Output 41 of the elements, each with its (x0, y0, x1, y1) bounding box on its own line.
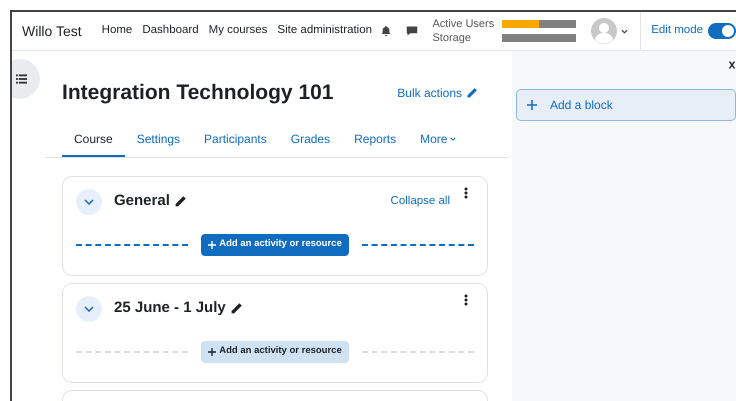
course-tab[interactable]: Course (62, 122, 125, 156)
course-tab[interactable]: Participants (192, 122, 279, 156)
meter-label: Active Users (432, 17, 494, 31)
list-icon (16, 74, 26, 84)
close-icon[interactable] (729, 61, 735, 69)
collapse-toggle[interactable] (76, 188, 102, 214)
course-tab[interactable]: Reports (342, 122, 408, 156)
course-tab[interactable]: Grades (278, 122, 342, 156)
collapse-all-link[interactable]: Collapse all (390, 192, 450, 210)
plus-icon (527, 100, 537, 110)
plus-icon (208, 240, 216, 248)
pencil-icon[interactable] (230, 302, 243, 315)
caret-icon[interactable] (621, 28, 628, 34)
nav-link[interactable]: Home (102, 22, 132, 40)
pencil-icon[interactable] (174, 195, 187, 208)
nav-link[interactable]: My courses (208, 22, 268, 40)
collapse-toggle[interactable] (76, 296, 102, 322)
chat-icon[interactable] (406, 25, 418, 37)
nav-link[interactable]: Dashboard (142, 22, 199, 40)
add-block-button[interactable]: Add a block (516, 89, 736, 121)
add-activity-button[interactable]: Add an activity or resource (201, 234, 349, 256)
nav-link[interactable]: Site administration (277, 22, 372, 40)
bell-icon[interactable] (380, 25, 392, 37)
kebab-menu-icon[interactable] (464, 294, 468, 306)
add-activity-button[interactable]: Add an activity or resource (201, 340, 349, 362)
section-title: General (114, 191, 170, 212)
drawer-toggle[interactable] (12, 59, 40, 99)
chevron-down-icon (84, 198, 94, 204)
bulk-actions-link[interactable]: Bulk actions (397, 84, 478, 102)
caret-icon (450, 136, 456, 140)
edit-mode-toggle[interactable] (708, 23, 736, 39)
course-title: Integration Technology 101 (62, 80, 334, 106)
section-title: 25 June - 1 July (114, 298, 226, 318)
course-tab[interactable]: Settings (124, 122, 192, 156)
site-name[interactable]: Willo Test (22, 20, 82, 42)
course-tab[interactable]: More (408, 122, 468, 156)
chevron-down-icon (84, 306, 94, 312)
plus-icon (208, 348, 216, 356)
edit-mode-label: Edit mode (651, 23, 703, 38)
kebab-menu-icon[interactable] (464, 186, 468, 198)
meter-label: Storage (432, 31, 472, 45)
